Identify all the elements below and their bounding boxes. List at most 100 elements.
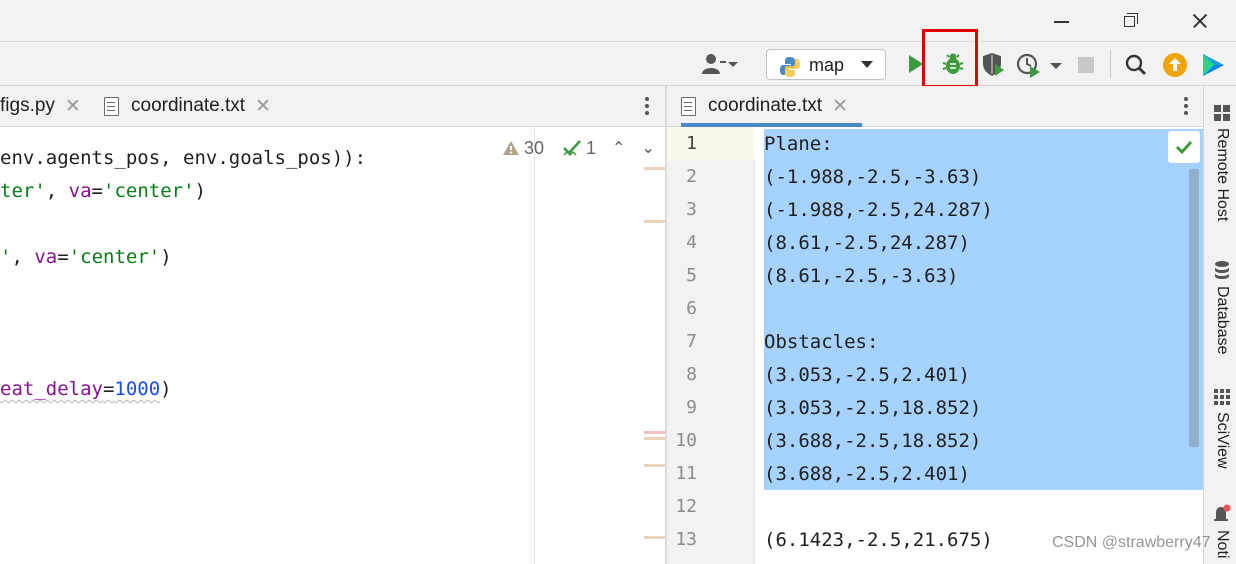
line-number: 7 bbox=[686, 331, 697, 352]
minimize-button[interactable] bbox=[1046, 8, 1076, 34]
close-icon[interactable]: ✕ bbox=[832, 95, 848, 118]
code-line: ', va='center') bbox=[0, 246, 172, 268]
text-file-icon bbox=[104, 96, 119, 116]
tool-window-label: Remote Host bbox=[1214, 128, 1231, 222]
stop-icon bbox=[1078, 57, 1094, 73]
change-marker[interactable] bbox=[644, 437, 665, 440]
line-number: 9 bbox=[686, 397, 697, 418]
weak-warning-check-icon bbox=[563, 140, 581, 157]
jetbrains-logo-icon bbox=[1203, 54, 1224, 76]
code-line: ter', va='center') bbox=[0, 180, 206, 202]
line-number: 3 bbox=[686, 199, 697, 220]
right-tool-window-strip: Remote Host Database SciView Noti bbox=[1203, 86, 1236, 564]
right-margin-guide bbox=[534, 127, 535, 564]
account-menu-button[interactable] bbox=[700, 52, 740, 76]
notifications-icon bbox=[1214, 504, 1231, 521]
run-configuration-label: map bbox=[809, 55, 845, 75]
left-code-editor[interactable]: 30 1 ⌃ ⌄ env.agents_pos, env.goals_pos))… bbox=[0, 127, 665, 564]
line-number: 10 bbox=[675, 430, 697, 451]
tab-label: coordinate.txt bbox=[131, 95, 246, 116]
remote-host-icon bbox=[1214, 105, 1230, 121]
profile-button[interactable] bbox=[1016, 52, 1066, 78]
text-line: (3.053,-2.5,18.852) bbox=[764, 397, 982, 419]
text-line: Plane: bbox=[764, 133, 833, 155]
search-icon bbox=[1125, 54, 1146, 75]
jetbrains-toolbox-button[interactable] bbox=[1200, 52, 1226, 78]
text-line: (3.053,-2.5,2.401) bbox=[764, 364, 970, 386]
error-marker[interactable] bbox=[644, 431, 665, 434]
python-icon bbox=[780, 57, 800, 77]
profiler-icon bbox=[1016, 53, 1062, 78]
tab-label: coordinate.txt bbox=[708, 95, 823, 116]
line-number: 1 bbox=[686, 133, 697, 154]
chevron-down-icon bbox=[861, 61, 873, 68]
warning-icon bbox=[503, 141, 519, 155]
line-number: 11 bbox=[675, 463, 697, 484]
line-number: 12 bbox=[675, 496, 697, 517]
tab-figs-py[interactable]: figs.py ✕ bbox=[0, 86, 81, 126]
tab-label: figs.py bbox=[0, 95, 55, 116]
tool-window-label: Noti bbox=[1214, 530, 1231, 559]
tool-window-label: Database bbox=[1214, 286, 1231, 355]
tool-window-remote-host[interactable]: Remote Host bbox=[1208, 104, 1236, 221]
sciview-icon bbox=[1214, 389, 1230, 405]
next-highlight-icon[interactable]: ⌄ bbox=[641, 138, 654, 158]
shield-run-icon bbox=[983, 53, 1004, 76]
text-line: (8.61,-2.5,-3.63) bbox=[764, 265, 959, 287]
no-problems-badge[interactable] bbox=[1168, 131, 1200, 163]
vertical-scrollbar[interactable] bbox=[1189, 169, 1199, 447]
right-editor-tabs: coordinate.txt ✕ bbox=[667, 86, 1203, 127]
close-window-button[interactable] bbox=[1185, 8, 1215, 34]
window-title-bar bbox=[0, 0, 1236, 42]
stop-button[interactable] bbox=[1076, 55, 1096, 75]
text-line: (-1.988,-2.5,-3.63) bbox=[764, 166, 982, 188]
weak-warnings-count: 1 bbox=[586, 137, 597, 158]
change-marker[interactable] bbox=[644, 536, 665, 539]
line-number: 6 bbox=[686, 298, 697, 319]
close-icon[interactable]: ✕ bbox=[255, 95, 271, 118]
text-line: Obstacles: bbox=[764, 331, 879, 353]
change-marker[interactable] bbox=[644, 464, 665, 467]
line-number: 2 bbox=[686, 166, 697, 187]
checkmark-icon bbox=[1175, 140, 1193, 155]
user-icon bbox=[702, 54, 738, 74]
line-number: 8 bbox=[686, 364, 697, 385]
restore-button[interactable] bbox=[1115, 8, 1145, 34]
line-number: 4 bbox=[686, 232, 697, 253]
database-icon bbox=[1215, 261, 1229, 279]
left-editor-tabs: figs.py ✕ coordinate.txt ✕ bbox=[0, 86, 665, 127]
run-with-coverage-button[interactable] bbox=[980, 52, 1006, 78]
close-icon[interactable]: ✕ bbox=[65, 95, 81, 118]
code-line: env.agents_pos, env.goals_pos)): bbox=[0, 147, 367, 169]
tab-coordinate-txt[interactable]: coordinate.txt ✕ bbox=[104, 86, 271, 126]
update-button[interactable] bbox=[1162, 52, 1188, 78]
text-line: (3.688,-2.5,18.852) bbox=[764, 430, 982, 452]
change-marker[interactable] bbox=[644, 220, 665, 223]
change-marker[interactable] bbox=[644, 167, 665, 170]
tool-window-database[interactable]: Database bbox=[1208, 260, 1236, 355]
tool-window-notifications[interactable]: Noti bbox=[1208, 504, 1236, 558]
more-options-icon[interactable] bbox=[1183, 97, 1189, 117]
code-line: eat_delay=1000) bbox=[0, 378, 172, 400]
arrow-up-circle-icon bbox=[1163, 53, 1187, 77]
more-options-icon[interactable] bbox=[644, 97, 650, 117]
text-line: (-1.988,-2.5,24.287) bbox=[764, 199, 993, 221]
main-toolbar: map bbox=[0, 42, 1236, 86]
previous-highlight-icon[interactable]: ⌃ bbox=[612, 138, 625, 158]
warnings-count: 30 bbox=[524, 137, 545, 158]
line-number: 5 bbox=[686, 265, 697, 286]
text-line: (6.1423,-2.5,21.675) bbox=[764, 529, 993, 551]
toolbar-separator bbox=[1110, 50, 1111, 78]
watermark: CSDN @strawberry47 bbox=[1052, 534, 1211, 551]
search-everywhere-button[interactable] bbox=[1124, 52, 1148, 78]
tool-window-label: SciView bbox=[1214, 412, 1231, 469]
tab-coordinate-txt-active[interactable]: coordinate.txt ✕ bbox=[681, 86, 862, 127]
line-number: 13 bbox=[675, 529, 697, 550]
run-configuration-select[interactable]: map bbox=[766, 49, 886, 80]
right-text-editor[interactable]: 1 2 3 4 5 6 7 8 9 10 11 12 13 Plane: (-1.988,-2.5,-3.6… bbox=[667, 127, 1203, 564]
text-file-icon bbox=[681, 96, 696, 116]
text-line: (8.61,-2.5,24.287) bbox=[764, 232, 970, 254]
tool-window-sciview[interactable]: SciView bbox=[1208, 388, 1236, 469]
inspection-widget[interactable]: 30 1 ⌃ ⌄ bbox=[502, 137, 665, 159]
text-line: (3.688,-2.5,2.401) bbox=[764, 463, 970, 485]
